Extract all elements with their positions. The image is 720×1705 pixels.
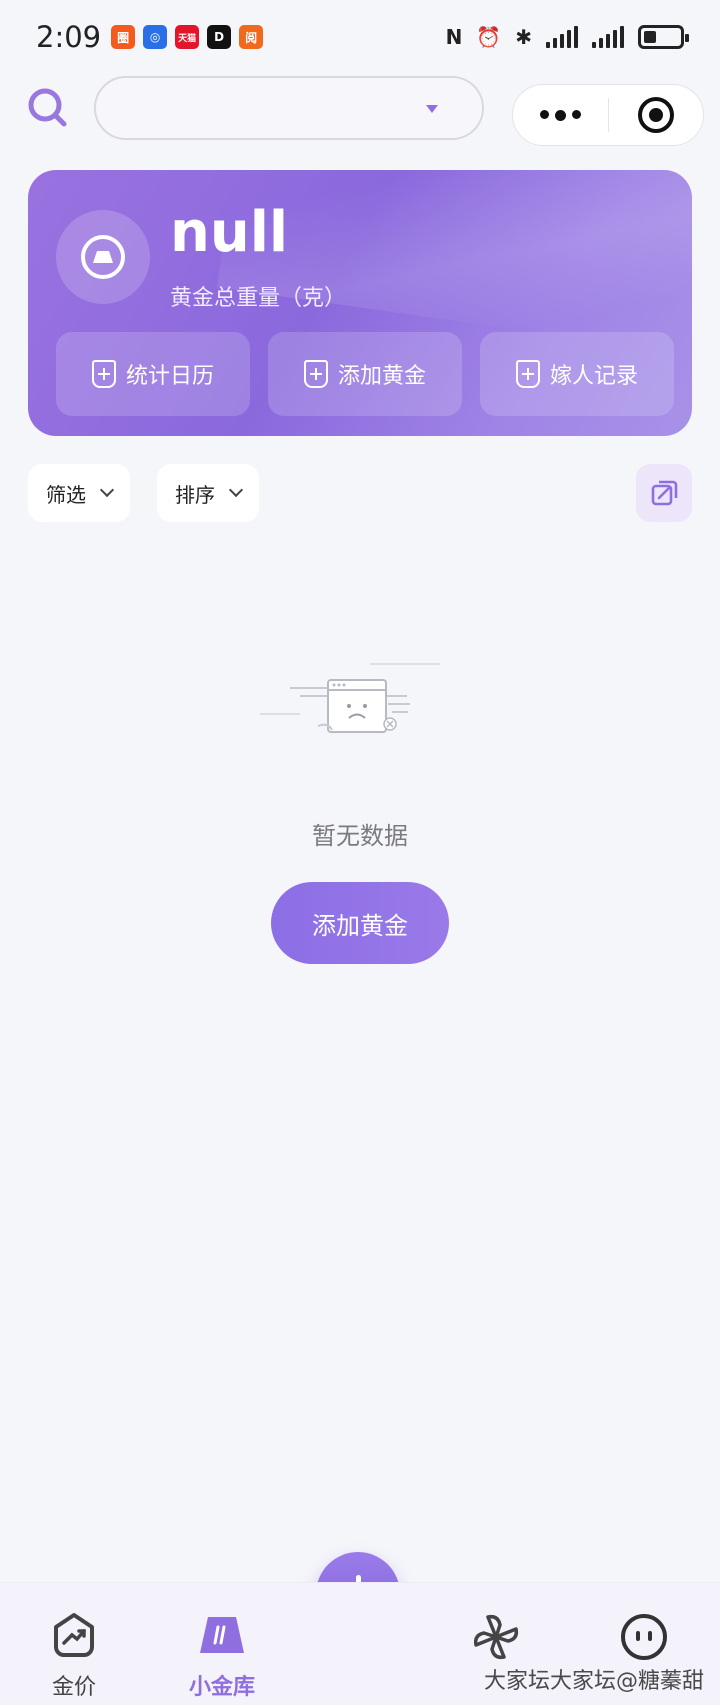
gold-summary-card: null 黄金总重量（克） 统计日历 添加黄金 嫁人记录 [28, 170, 692, 436]
tab-gold-price[interactable]: 金价 [14, 1611, 134, 1701]
app-notification-icon: 阅 [239, 25, 264, 49]
action-label: 嫁人记录 [549, 364, 638, 389]
watermark: 大家坛大家坛@糖蓁甜 [483, 1669, 704, 1694]
add-shield-icon [515, 360, 540, 388]
signal-icon [546, 26, 578, 48]
add-shield-icon [303, 360, 328, 388]
chevron-down-icon [228, 482, 244, 498]
edit-button[interactable] [636, 464, 692, 522]
add-shield-icon [91, 360, 116, 388]
battery-icon [638, 25, 689, 49]
more-menu-button[interactable] [513, 109, 608, 121]
target-icon [637, 97, 674, 133]
bottom-tab-bar: 金价 小金库 大家坛大家坛@糖蓁甜 [0, 1582, 720, 1705]
empty-message: 暂无数据 [312, 822, 408, 850]
nfc-icon: N [445, 25, 463, 49]
notification-app-icons: 圈 ◎ 天猫 D 阅 [111, 25, 264, 49]
app-notification-icon: D [207, 25, 232, 49]
edit-icon [651, 480, 678, 506]
stats-calendar-button[interactable]: 统计日历 [56, 332, 250, 416]
filter-label: 筛选 [46, 482, 86, 507]
app-notification-icon: ◎ [143, 25, 168, 49]
tab-label: 小金库 [188, 1675, 255, 1700]
tab-label: 金价 [51, 1675, 96, 1700]
action-label: 统计日历 [125, 364, 214, 389]
marriage-record-button[interactable]: 嫁人记录 [480, 332, 674, 416]
total-weight-label: 黄金总重量（克） [170, 286, 347, 311]
status-time: 2:09 [36, 20, 102, 54]
top-bar [0, 76, 720, 146]
face-icon [621, 1614, 667, 1660]
empty-add-gold-button[interactable]: 添加黄金 [271, 882, 449, 964]
system-status-icons: N ⏰ ✱ [445, 25, 689, 49]
empty-illustration [260, 663, 440, 733]
app-notification-icon: 天猫 [175, 25, 200, 49]
pinwheel-icon [473, 1614, 519, 1660]
total-weight-value: null [170, 200, 289, 265]
bluetooth-icon: ✱ [515, 25, 532, 49]
filter-row: 筛选 排序 [28, 464, 692, 522]
action-label: 添加黄金 [337, 364, 426, 389]
chevron-down-icon [99, 482, 115, 498]
status-bar: 2:09 圈 ◎ 天猫 D 阅 N ⏰ ✱ [0, 0, 720, 74]
filter-dropdown[interactable]: 筛选 [28, 464, 130, 522]
close-miniprogram-button[interactable] [608, 97, 703, 133]
app-notification-icon: 圈 [111, 25, 136, 49]
add-gold-button[interactable]: 添加黄金 [268, 332, 462, 416]
signal-icon [592, 26, 624, 48]
gold-bar-icon [56, 210, 150, 304]
gold-bar-icon [200, 1617, 244, 1653]
tab-small-vault[interactable]: 小金库 [162, 1611, 282, 1701]
trend-icon [54, 1613, 94, 1657]
miniprogram-capsule [512, 84, 704, 146]
search-icon[interactable] [26, 86, 68, 128]
sort-label: 排序 [175, 482, 215, 507]
account-dropdown[interactable] [94, 76, 484, 140]
sort-dropdown[interactable]: 排序 [157, 464, 259, 522]
empty-state: 暂无数据 添加黄金 [0, 660, 720, 964]
card-actions: 统计日历 添加黄金 嫁人记录 [56, 332, 674, 416]
alarm-icon: ⏰ [476, 25, 502, 49]
caret-down-icon [426, 105, 438, 113]
